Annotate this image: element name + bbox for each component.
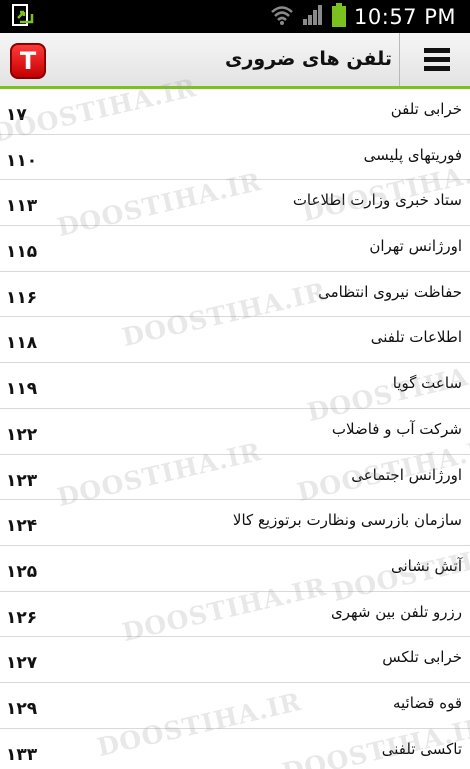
service-name: سازمان بازرسی ونظارت برتوزیع کالا xyxy=(232,511,462,530)
service-name: اورژانس اجتماعی xyxy=(351,465,462,484)
service-name: خرابی تلکس xyxy=(382,648,462,667)
app-logo: T xyxy=(10,43,46,79)
phone-number: ۱۱۵ xyxy=(6,242,38,263)
list-item[interactable]: حفاظت نیروی انتظامی ۱۱۶ xyxy=(0,271,470,318)
list-item[interactable]: سازمان بازرسی ونظارت برتوزیع کالا ۱۲۴ xyxy=(0,500,470,546)
phone-number: ۱۲۴ xyxy=(6,516,38,537)
service-name: خرابی تلفن xyxy=(390,100,462,118)
service-name: اطلاعات تلفنی xyxy=(370,328,462,347)
phone-number: ۱۲۹ xyxy=(6,698,38,719)
service-name: رزرو تلفن بین شهری xyxy=(330,602,462,621)
phone-list: خرابی تلفن ۱۷ فوریتهای پلیسی ۱۱۰ ستاد خبری و… xyxy=(0,89,470,769)
signal-icon xyxy=(302,4,324,30)
phone-number: ۱۲۶ xyxy=(6,607,38,628)
list-item[interactable]: ستاد خبری وزارت اطلاعات ۱۱۳ xyxy=(0,180,470,227)
status-time: 10:57 PM xyxy=(354,4,456,29)
phone-number: ۱۲۲ xyxy=(6,424,38,445)
list-item[interactable]: فوریتهای پلیسی ۱۱۰ xyxy=(0,134,470,181)
list-item[interactable]: ساعت گویا ۱۱۹ xyxy=(0,363,470,409)
list-item[interactable]: اطلاعات تلفنی ۱۱۸ xyxy=(0,317,470,364)
service-name: فوریتهای پلیسی xyxy=(363,145,462,164)
service-name: قوه قضائیه xyxy=(392,693,462,712)
list-item[interactable]: اورژانس تهران ۱۱۵ xyxy=(0,226,470,272)
list-item[interactable]: خرابی تلکس ۱۲۷ xyxy=(0,637,470,683)
service-name: شرکت آب و فاضلاب xyxy=(331,419,462,438)
menu-icon xyxy=(424,48,450,53)
list-item[interactable]: رزرو تلفن بین شهری ۱۲۶ xyxy=(0,591,470,638)
menu-button[interactable] xyxy=(400,33,470,86)
phone-number: ۱۳۳ xyxy=(6,744,38,765)
service-name: اورژانس تهران xyxy=(369,237,462,256)
phone-number: ۱۱۶ xyxy=(6,287,38,308)
service-name: تاکسی تلفنی xyxy=(381,739,462,758)
phone-number: ۱۱۳ xyxy=(6,196,38,217)
phone-number: ۱۱۸ xyxy=(6,333,38,354)
page-title: تلفن های ضروری xyxy=(225,48,392,70)
phone-number: ۱۲۳ xyxy=(6,470,38,491)
service-name: آتش نشانی xyxy=(390,556,462,575)
status-bar: 10:57 PM xyxy=(0,0,470,33)
phone-number: ۱۲۷ xyxy=(6,653,38,674)
phone-number: ۱۱۰ xyxy=(6,150,38,171)
list-item[interactable]: تاکسی تلفنی ۱۳۳ xyxy=(0,728,470,769)
wifi-icon xyxy=(270,4,294,30)
phone-number: ۱۲۵ xyxy=(6,561,38,582)
service-name: ساعت گویا xyxy=(392,374,462,393)
phone-number: ۱۱۹ xyxy=(6,379,38,400)
list-item[interactable]: اورژانس اجتماعی ۱۲۳ xyxy=(0,454,470,501)
list-item[interactable]: قوه قضائیه ۱۲۹ xyxy=(0,682,470,729)
phone-number: ۱۷ xyxy=(6,105,27,125)
list-item[interactable]: شرکت آب و فاضلاب ۱۲۲ xyxy=(0,408,470,455)
list-item[interactable]: آتش نشانی ۱۲۵ xyxy=(0,545,470,592)
download-notification-icon[interactable] xyxy=(10,4,36,28)
service-name: حفاظت نیروی انتظامی xyxy=(318,282,462,301)
battery-icon xyxy=(332,2,347,31)
list-item[interactable]: خرابی تلفن ۱۷ xyxy=(0,89,470,135)
service-name: ستاد خبری وزارت اطلاعات xyxy=(292,191,462,210)
app-header: T تلفن های ضروری xyxy=(0,33,470,89)
